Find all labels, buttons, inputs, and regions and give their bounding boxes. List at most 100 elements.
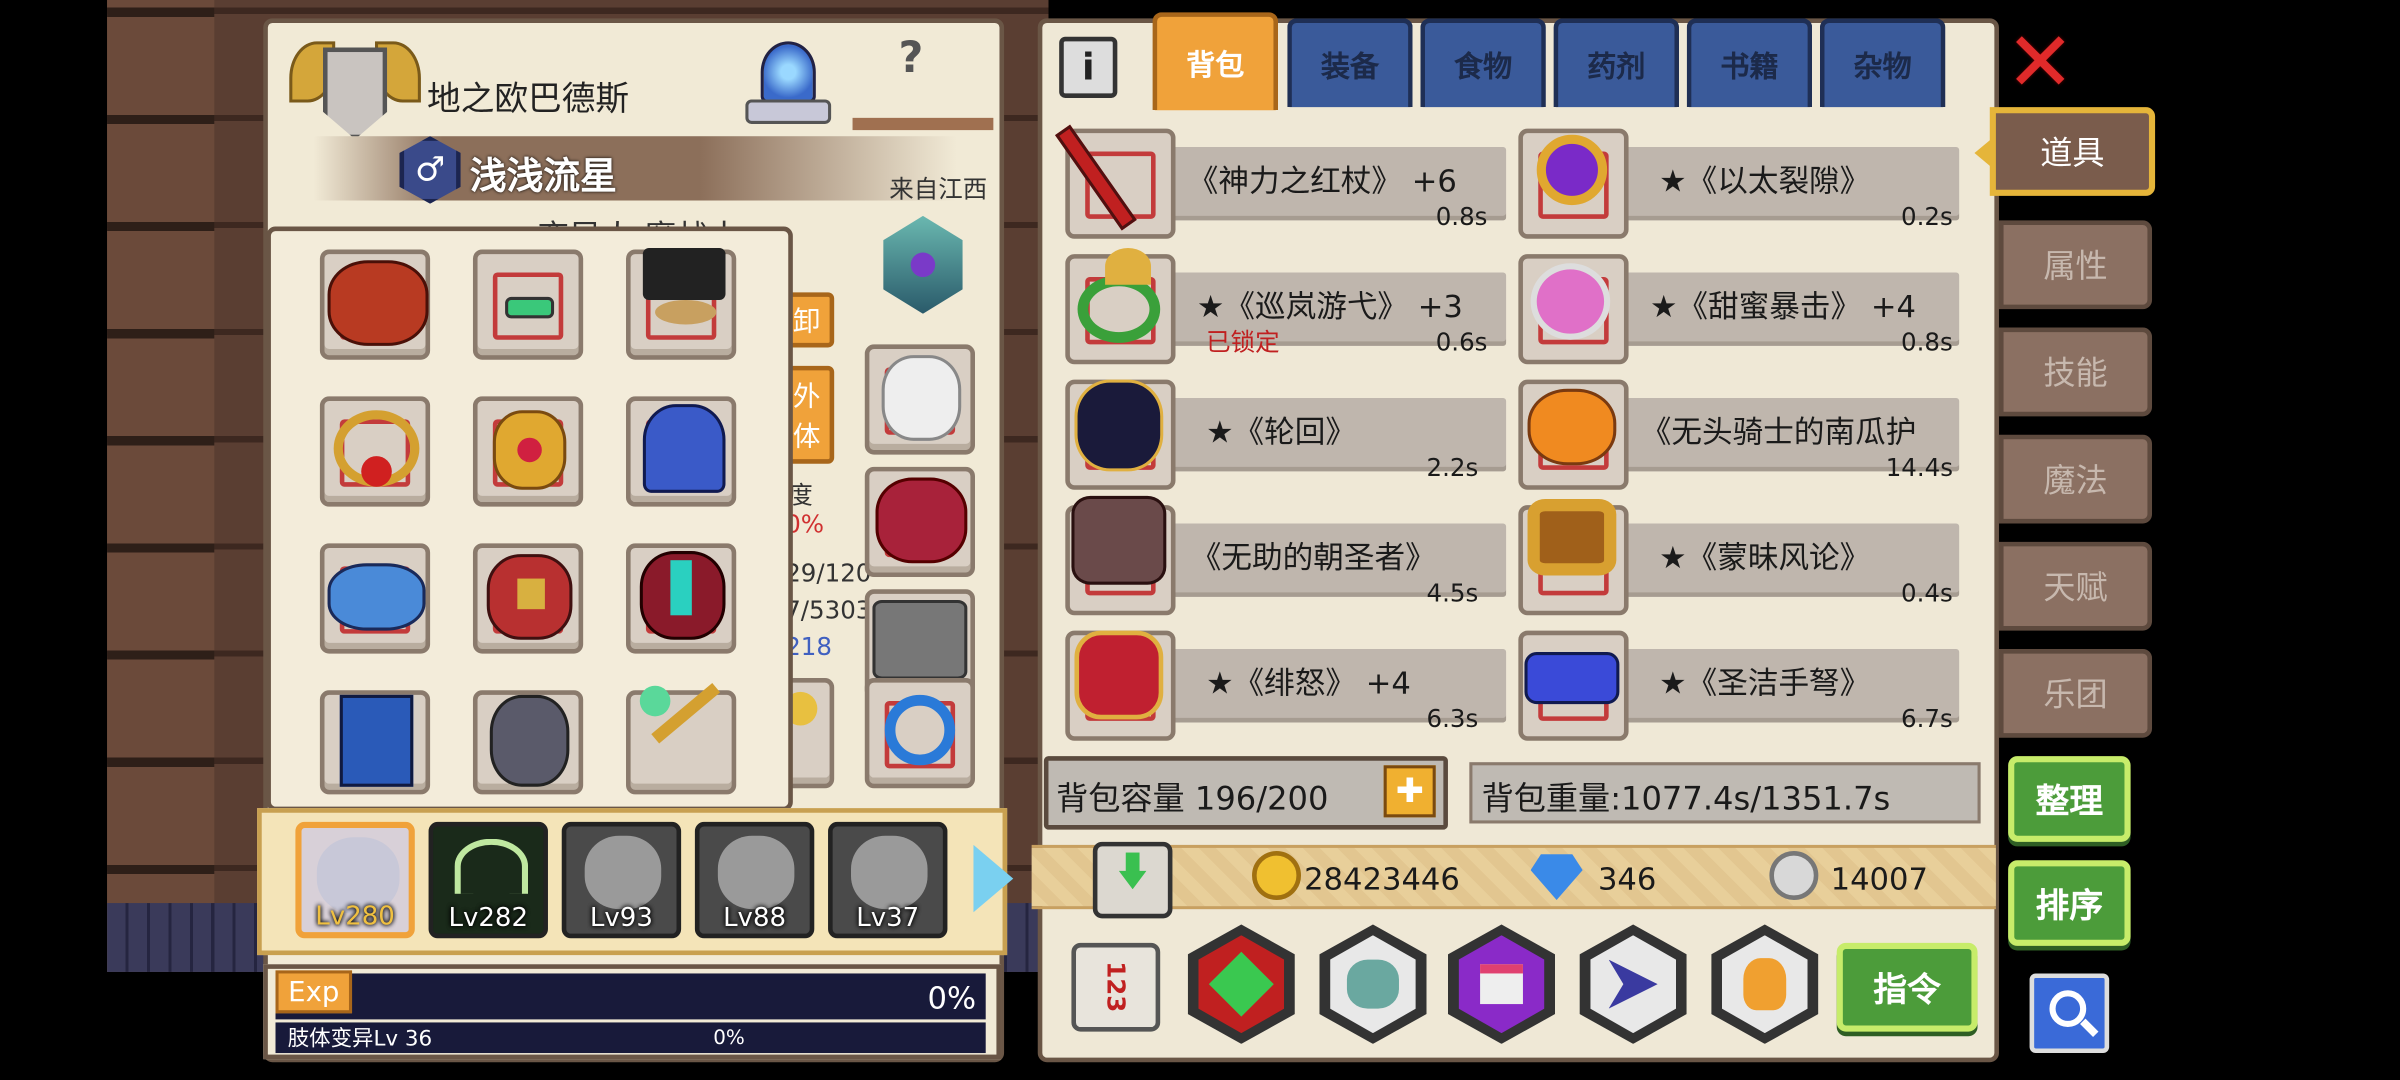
tab-food[interactable]: 食物 [1420,18,1546,108]
calendar-icon [1480,964,1523,1005]
equip-slot-wing-gauntlet[interactable] [319,543,431,654]
equip-slot-goggles[interactable] [472,249,584,360]
green-gem-icon [1208,951,1274,1017]
list-item[interactable]: ★《巡岚游弋》 +3 已锁定 0.6s [1065,247,1509,365]
spiked-helmet-icon [1071,495,1167,585]
equip-slot-glove[interactable] [864,344,975,455]
avatar [717,835,795,910]
equip-slot-ring[interactable] [864,678,975,789]
mutation-percent: 0% [713,1027,745,1050]
expand-capacity-button[interactable]: ✚ [1383,765,1436,818]
list-item[interactable]: 《无头骑士的南瓜护 14.4s [1518,379,1965,490]
equip-slot-blue-cape[interactable] [626,396,737,507]
list-item[interactable]: ★《绯怒》 +4 6.3s [1065,630,1509,741]
appearance-label-1: 外 [792,381,821,414]
item-list: 《神力之红杖》 +6 0.8s ★《以太裂隙》 0.2s ★《巡岚游弋》 +3 … [1055,110,1984,741]
party-member-5[interactable]: Lv37 [828,821,948,939]
boots-icon [872,599,968,680]
side-tab-skills[interactable]: 技能 [1998,327,2153,417]
tab-bag[interactable]: 背包 [1152,12,1279,111]
gold-ring-icon [1527,498,1617,576]
character-name: 浅浅流星 [469,154,617,198]
crossbow-icon [1524,652,1620,705]
party-next-arrow-icon[interactable] [973,844,1014,913]
equip-slot-golden-bow[interactable] [626,682,737,795]
tab-misc[interactable]: 杂物 [1819,18,1946,108]
side-tab-items[interactable]: 道具 [1989,107,2156,196]
equip-slot-red-armor[interactable] [472,543,584,654]
purple-gem-icon [910,252,936,278]
active-tab-arrow-icon [1974,137,1993,169]
item-weight: 0.8s [1901,327,1953,357]
command-button[interactable]: 指令 [1836,942,1978,1032]
purple-gem-ring-icon [1536,134,1608,206]
sort-button[interactable]: 排序 [2008,860,2131,946]
side-tab-magic[interactable]: 魔法 [1998,434,2153,524]
tab-books[interactable]: 书籍 [1686,18,1813,108]
equip-slot-wolf-armor[interactable] [472,690,584,795]
dash-icon [1608,959,1658,1009]
wolf-armor-icon [489,694,570,787]
white-glove-icon [881,355,962,441]
equip-slot-chest[interactable] [864,466,975,578]
side-tab-band[interactable]: 乐团 [1998,648,2153,738]
item-weight: 0.2s [1901,202,1953,232]
equip-slot-dark-cloak[interactable] [626,543,737,654]
background-brick-column [107,0,215,972]
mutation-label: 肢体变异Lv 36 [287,1027,433,1052]
item-name: ★《绯怒》 +4 [1206,664,1411,702]
list-item[interactable]: ★《轮回》 2.2s [1065,379,1509,490]
party-member-1[interactable]: Lv280 [295,821,415,939]
tab-potions[interactable]: 药剂 [1553,18,1680,108]
hand-icon [1743,958,1787,1011]
party-member-2[interactable]: Lv282 [428,821,548,939]
list-item[interactable]: ★《圣洁手弩》 6.7s [1518,630,1965,741]
blue-cape-icon [642,404,726,493]
search-button[interactable] [2029,973,2110,1054]
item-weight: 2.2s [1426,453,1479,483]
close-icon[interactable]: ✕ [2002,21,2079,105]
side-tab-talents[interactable]: 天赋 [1998,541,2153,631]
pink-heart-ring-icon [1530,263,1611,340]
rank-emblem-icon [289,32,421,148]
item-name: ★《甜蜜暴击》 +4 [1649,287,1916,325]
beacon-icon[interactable] [739,35,837,136]
hotkey-button[interactable]: 123 [1071,942,1161,1032]
dragon-helm-icon [327,260,429,346]
list-item[interactable]: 《无助的朝圣者》 4.5s [1065,495,1509,616]
goggles-icon [505,296,555,319]
item-weight: 0.8s [1435,202,1488,232]
equip-slot-dragon-helm[interactable] [319,249,431,360]
amulet-slot[interactable] [874,215,972,323]
avatar [851,835,928,910]
blue-robe-icon [339,694,414,787]
info-button[interactable]: i [1059,36,1118,98]
list-item[interactable]: ★《以太裂隙》 0.2s [1518,128,1965,239]
download-button[interactable] [1092,841,1173,919]
item-name: ★《圣洁手弩》 [1659,664,1871,702]
equip-slot-top-hat[interactable] [626,247,737,360]
equip-slot-gold-amulet[interactable] [472,396,584,507]
list-item[interactable]: ★《蒙昧风论》 0.4s [1518,498,1965,616]
gem-amount: 346 [1597,860,1657,897]
party-member-4[interactable]: Lv88 [694,821,815,939]
gold-amount: 28423446 [1304,860,1460,897]
locked-label: 已锁定 [1206,327,1280,357]
party-member-3[interactable]: Lv93 [561,821,682,939]
silver-amount: 14007 [1830,860,1928,897]
equip-slot-blue-robe[interactable] [319,690,431,795]
item-weight: 4.5s [1426,578,1479,608]
tab-equipment[interactable]: 装备 [1287,18,1413,108]
bag-weight-label: 背包重量:1077.4s/1351.7s [1481,780,1891,818]
item-name: 《无助的朝圣者》 [1190,538,1436,576]
side-tab-attributes[interactable]: 属性 [1998,220,2153,310]
item-name: ★《以太裂隙》 [1659,162,1871,199]
organize-button[interactable]: 整理 [2008,756,2131,842]
item-weight: 14.4s [1885,453,1953,483]
equip-slot-red-necklace[interactable] [319,396,431,507]
antler-avatar [454,838,529,894]
list-item[interactable]: 《神力之红杖》 +6 0.8s [1055,124,1509,239]
hanger-help-icon[interactable]: ? [852,32,997,139]
list-item[interactable]: ★《甜蜜暴击》 +4 0.8s [1518,254,1965,365]
red-chest-armor-icon [875,477,968,564]
